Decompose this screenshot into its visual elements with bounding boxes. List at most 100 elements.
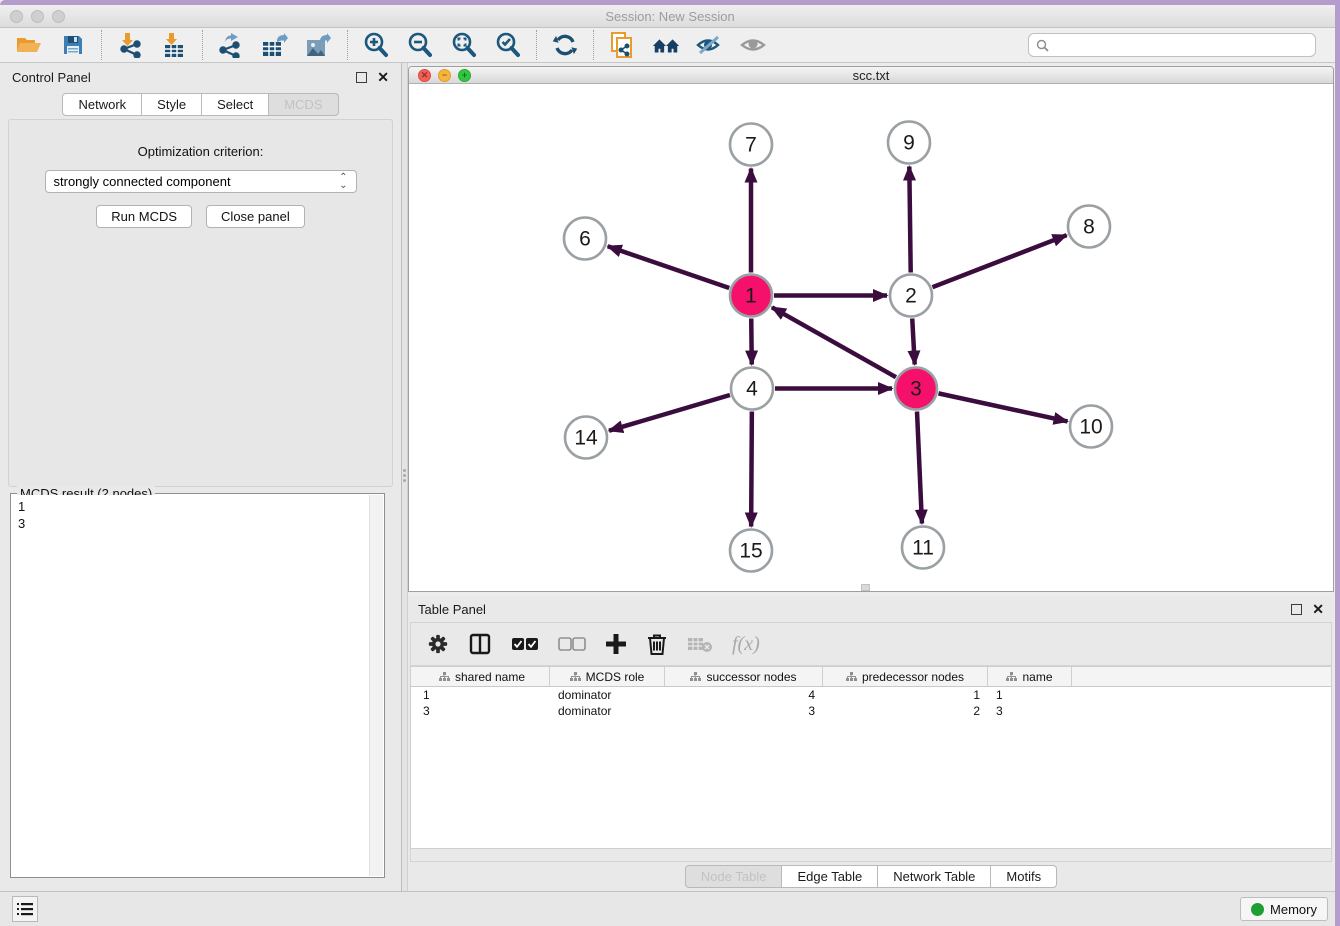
cell-name[interactable]: 3 <box>988 703 1072 719</box>
canvas-scroll-thumb[interactable] <box>861 584 870 591</box>
function-builder-icon[interactable]: f(x) <box>732 633 760 656</box>
cell-MCDS-role[interactable]: dominator <box>550 703 665 719</box>
hierarchy-icon <box>846 672 857 682</box>
column-header-shared-name[interactable]: shared name <box>415 667 550 686</box>
node-label-3: 3 <box>910 378 922 401</box>
import-table-icon[interactable] <box>159 31 189 59</box>
tab-node-table[interactable]: Node Table <box>685 865 783 888</box>
export-network-icon[interactable] <box>216 31 246 59</box>
edge-1-6[interactable] <box>608 246 730 288</box>
cell-name[interactable]: 1 <box>988 687 1072 703</box>
save-session-icon[interactable] <box>58 31 88 59</box>
close-table-panel-icon[interactable]: ✕ <box>1312 604 1324 615</box>
delete-rows-icon[interactable] <box>646 632 668 656</box>
zoom-selected-icon[interactable] <box>493 31 523 59</box>
task-history-button[interactable] <box>12 896 38 922</box>
search-field[interactable] <box>1028 33 1316 57</box>
close-panel-button[interactable]: Close panel <box>206 205 305 228</box>
neighborhood-icon[interactable] <box>651 31 681 59</box>
hide-selected-icon[interactable] <box>695 31 725 59</box>
add-row-icon[interactable] <box>605 633 627 655</box>
cell-shared-name[interactable]: 1 <box>415 687 550 703</box>
tab-select[interactable]: Select <box>202 93 269 116</box>
window-top-border <box>0 0 1340 5</box>
float-panel-icon[interactable] <box>356 72 367 83</box>
delete-table-icon[interactable] <box>687 635 713 653</box>
column-header-successor-nodes[interactable]: successor nodes <box>665 667 823 686</box>
panel-splitter[interactable] <box>402 63 408 891</box>
cell-MCDS-role[interactable]: dominator <box>550 687 665 703</box>
network-graph[interactable]: 7968124314101511 <box>409 84 1333 591</box>
show-all-icon[interactable] <box>739 31 769 59</box>
column-header-MCDS-role[interactable]: MCDS role <box>550 667 665 686</box>
tab-network-table[interactable]: Network Table <box>878 865 991 888</box>
tab-mcds[interactable]: MCDS <box>269 93 338 116</box>
edge-3-11[interactable] <box>917 411 922 523</box>
memory-button[interactable]: Memory <box>1240 897 1328 921</box>
optimization-criterion-select[interactable]: strongly connected component ⌃⌄ <box>45 170 357 193</box>
table-settings-icon[interactable] <box>427 633 449 655</box>
table-row[interactable]: 3dominator323 <box>411 703 1331 719</box>
node-label-10: 10 <box>1079 416 1102 439</box>
cell-successor-nodes[interactable]: 3 <box>665 703 823 719</box>
network-canvas[interactable]: 7968124314101511 <box>409 84 1333 591</box>
node-label-8: 8 <box>1083 216 1095 239</box>
edge-3-10[interactable] <box>938 393 1067 421</box>
mcds-result-box: MCDS result (2 nodes) 1 3 <box>10 493 385 878</box>
node-label-14: 14 <box>574 427 598 450</box>
select-all-checks-icon[interactable] <box>511 637 539 651</box>
zoom-fit-icon[interactable] <box>449 31 479 59</box>
close-panel-icon[interactable]: ✕ <box>377 72 389 83</box>
network-view-window: ✕ − + scc.txt 7968124314101511 <box>408 66 1334 592</box>
edge-2-9[interactable] <box>909 166 910 272</box>
node-label-2: 2 <box>905 285 917 308</box>
main-toolbar <box>0 28 1340 63</box>
export-table-icon[interactable] <box>260 31 290 59</box>
run-mcds-button[interactable]: Run MCDS <box>96 205 192 228</box>
edge-2-8[interactable] <box>932 235 1066 287</box>
table-row[interactable]: 1dominator411 <box>411 687 1331 703</box>
open-session-icon[interactable] <box>14 31 44 59</box>
table-rows: 1dominator4113dominator323 <box>411 687 1331 719</box>
zoom-in-icon[interactable] <box>361 31 391 59</box>
refresh-icon[interactable] <box>550 31 580 59</box>
deselect-all-checks-icon[interactable] <box>558 637 586 651</box>
edge-4-15[interactable] <box>751 411 752 526</box>
column-header-predecessor-nodes[interactable]: predecessor nodes <box>823 667 988 686</box>
tab-style[interactable]: Style <box>142 93 202 116</box>
memory-status-icon <box>1251 903 1264 916</box>
import-network-icon[interactable] <box>115 31 145 59</box>
control-panel-tabs: NetworkStyleSelectMCDS <box>0 93 401 116</box>
result-scrollbar[interactable] <box>369 495 383 876</box>
edge-3-1[interactable] <box>772 307 896 377</box>
tab-motifs[interactable]: Motifs <box>991 865 1057 888</box>
cell-predecessor-nodes[interactable]: 1 <box>823 687 988 703</box>
float-table-panel-icon[interactable] <box>1291 604 1302 615</box>
clone-network-icon[interactable] <box>607 31 637 59</box>
network-window-titlebar[interactable]: ✕ − + scc.txt <box>409 67 1333 84</box>
cell-shared-name[interactable]: 3 <box>415 703 550 719</box>
optimization-criterion-value: strongly connected component <box>54 174 231 189</box>
node-label-6: 6 <box>579 228 591 251</box>
column-header-name[interactable]: name <box>988 667 1072 686</box>
export-image-icon[interactable] <box>304 31 334 59</box>
split-columns-icon[interactable] <box>468 632 492 656</box>
table-panel-title: Table Panel <box>418 602 486 617</box>
table-column-headers: shared nameMCDS rolesuccessor nodesprede… <box>411 667 1331 687</box>
cell-successor-nodes[interactable]: 4 <box>665 687 823 703</box>
tab-edge-table[interactable]: Edge Table <box>782 865 878 888</box>
cell-predecessor-nodes[interactable]: 2 <box>823 703 988 719</box>
mcds-result-list[interactable]: 1 3 <box>12 495 369 876</box>
network-window-title: scc.txt <box>409 68 1333 83</box>
edge-2-3[interactable] <box>912 318 914 364</box>
zoom-out-icon[interactable] <box>405 31 435 59</box>
table-tabs: Node TableEdge TableNetwork TableMotifs <box>408 862 1334 891</box>
window-right-border <box>1335 0 1340 926</box>
titlebar: Session: New Session <box>0 5 1340 28</box>
search-icon <box>1036 39 1049 52</box>
tab-network[interactable]: Network <box>62 93 142 116</box>
table-toolbar: f(x) <box>410 622 1332 666</box>
hierarchy-icon <box>439 672 450 682</box>
search-input[interactable] <box>1054 38 1308 52</box>
edge-4-14[interactable] <box>609 395 730 431</box>
